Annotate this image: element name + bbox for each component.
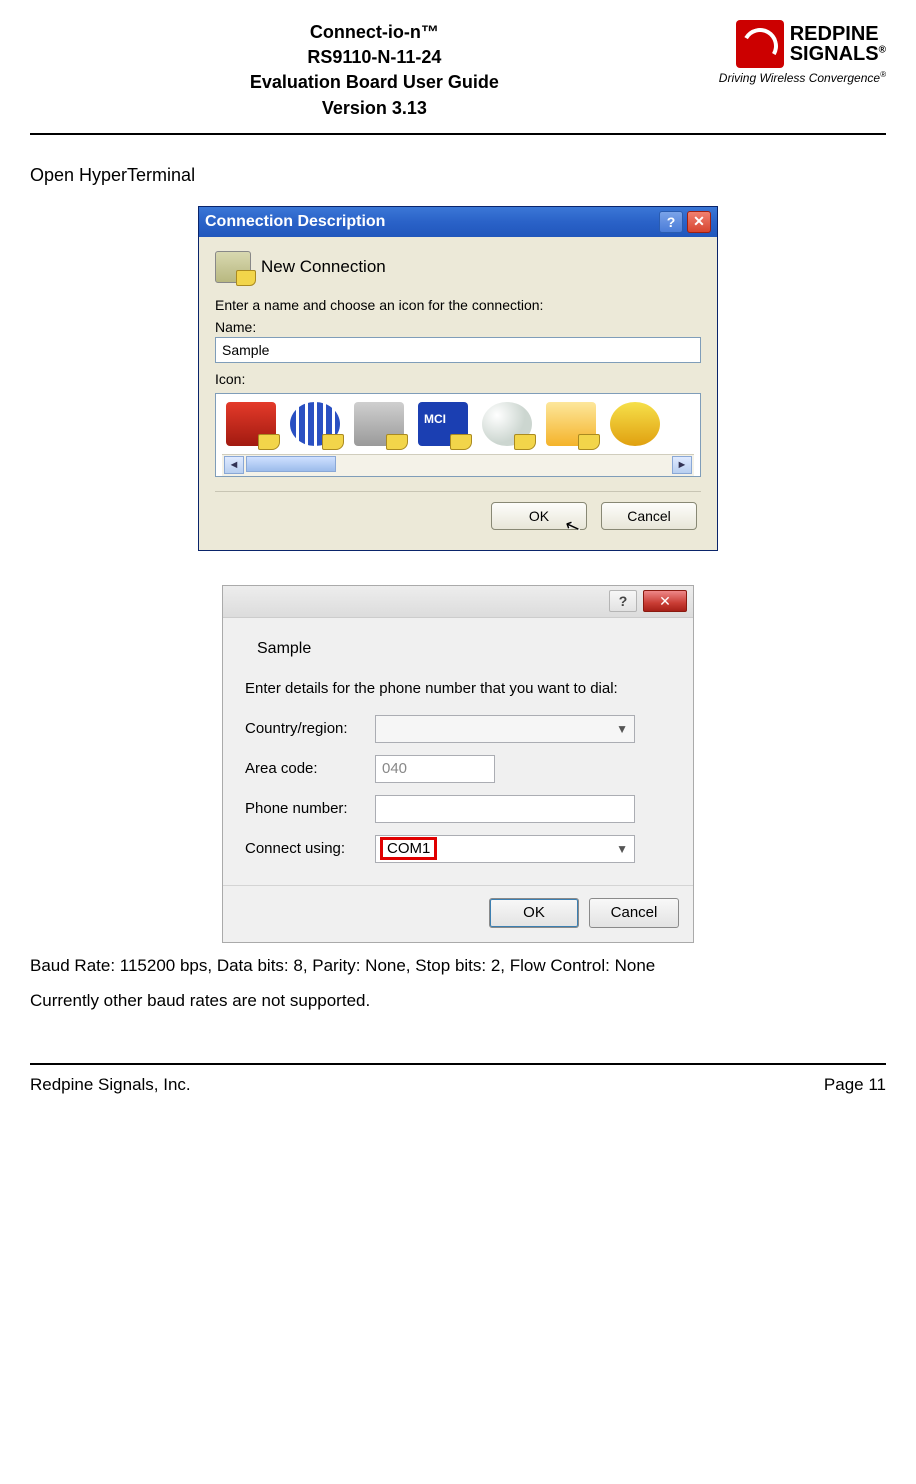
icon-option-folder[interactable] <box>546 402 596 446</box>
phone-number-label: Phone number: <box>245 800 375 817</box>
country-label: Country/region: <box>245 720 375 737</box>
connection-icon <box>215 251 251 283</box>
icon-scrollbar[interactable]: ◄ ► <box>222 454 694 476</box>
separator <box>215 491 701 492</box>
header-line-4: Version 3.13 <box>30 96 719 121</box>
instruction-text: Enter a name and choose an icon for the … <box>215 297 701 313</box>
ok-button[interactable]: OK ↖ <box>491 502 587 530</box>
header-line-2: RS9110-N-11-24 <box>30 45 719 70</box>
icon-option-ge[interactable] <box>482 402 532 446</box>
close-button[interactable]: ✕ <box>643 590 687 612</box>
cancel-button[interactable]: Cancel <box>589 898 679 928</box>
chevron-down-icon: ▼ <box>616 842 628 856</box>
help-button[interactable]: ? <box>659 211 683 233</box>
name-label: Name: <box>215 319 701 335</box>
cursor-icon: ↖ <box>562 514 583 539</box>
header-title-block: Connect-io-n™ RS9110-N-11-24 Evaluation … <box>30 20 719 121</box>
dialog-title: Connection Description <box>205 213 385 231</box>
new-connection-label: New Connection <box>261 257 386 277</box>
scroll-left-icon[interactable]: ◄ <box>224 456 244 474</box>
com-port-highlight: COM1 <box>380 837 437 860</box>
baud-settings-text: Baud Rate: 115200 bps, Data bits: 8, Par… <box>30 955 886 978</box>
header-line-1: Connect-io-n™ <box>30 20 719 45</box>
scroll-thumb[interactable] <box>246 456 336 472</box>
connect-using-select[interactable]: COM1 ▼ <box>375 835 635 863</box>
area-code-label: Area code: <box>245 760 375 777</box>
icon-option-mci[interactable] <box>418 402 468 446</box>
icon-picker[interactable]: ◄ ► <box>215 393 701 477</box>
header-line-3: Evaluation Board User Guide <box>30 70 719 95</box>
cancel-button[interactable]: Cancel <box>601 502 697 530</box>
brand-wordmark: REDPINE SIGNALS® <box>790 24 886 64</box>
dialog-titlebar[interactable]: Connection Description ? ✕ <box>199 207 717 237</box>
icon-option-globe[interactable] <box>290 402 340 446</box>
brand-logo: REDPINE SIGNALS® Driving Wireless Conver… <box>719 20 886 85</box>
connect-using-label: Connect using: <box>245 840 375 857</box>
brand-tagline: Driving Wireless Convergence® <box>719 70 886 85</box>
close-button[interactable]: ✕ <box>687 211 711 233</box>
icon-option-red-phone[interactable] <box>226 402 276 446</box>
help-button[interactable]: ? <box>609 590 637 612</box>
icon-option-building[interactable] <box>354 402 404 446</box>
icon-option-yellow[interactable] <box>610 402 660 446</box>
scroll-right-icon[interactable]: ► <box>672 456 692 474</box>
country-select[interactable]: ▼ <box>375 715 635 743</box>
footer-company: Redpine Signals, Inc. <box>30 1075 191 1095</box>
redpine-mark-icon <box>736 20 784 68</box>
page-header: Connect-io-n™ RS9110-N-11-24 Evaluation … <box>30 20 886 135</box>
area-code-input[interactable] <box>375 755 495 783</box>
connection-name: Sample <box>257 640 671 658</box>
name-input[interactable] <box>215 337 701 363</box>
icon-label: Icon: <box>215 371 701 387</box>
baud-note-text: Currently other baud rates are not suppo… <box>30 990 886 1013</box>
dialog-titlebar[interactable]: ? ✕ <box>223 586 693 618</box>
phone-number-input[interactable] <box>375 795 635 823</box>
instruction-text: Enter details for the phone number that … <box>245 680 671 697</box>
page-footer: Redpine Signals, Inc. Page 11 <box>30 1063 886 1095</box>
chevron-down-icon: ▼ <box>616 722 628 736</box>
section-title: Open HyperTerminal <box>30 165 886 186</box>
connect-to-dialog: ? ✕ Sample Enter details for the phone n… <box>222 585 694 943</box>
footer-page: Page 11 <box>824 1075 886 1095</box>
ok-button[interactable]: OK <box>489 898 579 928</box>
connection-description-dialog: Connection Description ? ✕ New Connectio… <box>198 206 718 551</box>
